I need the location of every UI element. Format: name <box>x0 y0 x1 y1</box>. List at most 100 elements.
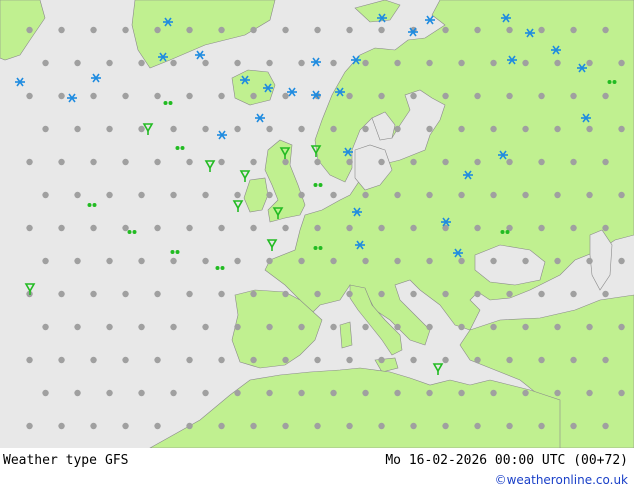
dry-dot-icon <box>122 422 129 430</box>
dry-dot-icon <box>522 59 529 67</box>
dry-dot-icon <box>266 389 273 397</box>
dry-dot-icon <box>90 92 97 100</box>
dry-dot-icon <box>442 422 449 430</box>
dry-dot-icon <box>378 92 385 100</box>
dry-dot-icon <box>58 422 65 430</box>
dry-dot-icon <box>122 26 129 34</box>
dry-dot-icon <box>186 92 193 100</box>
dry-dot-icon <box>314 224 321 232</box>
dry-dot-icon <box>554 257 561 265</box>
dry-dot-icon <box>426 257 433 265</box>
dry-dot-icon <box>218 422 225 430</box>
dry-dot-icon <box>570 92 577 100</box>
dry-dot-icon <box>282 224 289 232</box>
dry-dot-icon <box>618 323 625 331</box>
dry-dot-icon <box>602 158 609 166</box>
dry-dot-icon <box>474 422 481 430</box>
dry-dot-icon <box>314 356 321 364</box>
dry-dot-icon <box>250 422 257 430</box>
dry-dot-icon <box>298 191 305 199</box>
dry-dot-icon <box>458 191 465 199</box>
dry-dot-icon <box>154 224 161 232</box>
dry-dot-icon <box>378 356 385 364</box>
dry-dot-icon <box>570 224 577 232</box>
dry-dot-icon <box>90 158 97 166</box>
dry-dot-icon <box>602 356 609 364</box>
dry-dot-icon <box>362 191 369 199</box>
dry-dot-icon <box>474 92 481 100</box>
dry-dot-icon <box>186 422 193 430</box>
dry-dot-icon <box>554 323 561 331</box>
dry-dot-icon <box>170 389 177 397</box>
dry-dot-icon <box>138 191 145 199</box>
dry-dot-icon <box>426 323 433 331</box>
dry-dot-icon <box>42 323 49 331</box>
dry-dot-icon <box>138 125 145 133</box>
dry-dot-icon <box>538 224 545 232</box>
dry-dot-icon <box>298 59 305 67</box>
dry-dot-icon <box>538 92 545 100</box>
dry-dot-icon <box>330 323 337 331</box>
dry-dot-icon <box>122 224 129 232</box>
dry-dot-icon <box>298 125 305 133</box>
dry-dot-icon <box>458 59 465 67</box>
dry-dot-icon <box>346 356 353 364</box>
dry-dot-icon <box>138 323 145 331</box>
dry-dot-icon <box>154 158 161 166</box>
dry-dot-icon <box>586 191 593 199</box>
dry-dot-icon <box>26 356 33 364</box>
dry-dot-icon <box>554 125 561 133</box>
dry-dot-icon <box>394 191 401 199</box>
dry-dot-icon <box>426 59 433 67</box>
dry-dot-icon <box>490 125 497 133</box>
dry-dot-icon <box>522 389 529 397</box>
dry-dot-icon <box>426 389 433 397</box>
dry-dot-icon <box>346 158 353 166</box>
dry-dot-icon <box>250 92 257 100</box>
dry-dot-icon <box>234 257 241 265</box>
dry-dot-icon <box>506 158 513 166</box>
dry-dot-icon <box>522 191 529 199</box>
dry-dot-icon <box>218 290 225 298</box>
dry-dot-icon <box>570 26 577 34</box>
dry-dot-icon <box>26 158 33 166</box>
dry-dot-icon <box>426 191 433 199</box>
dry-dot-icon <box>74 257 81 265</box>
dry-dot-icon <box>394 125 401 133</box>
dry-dot-icon <box>522 323 529 331</box>
dry-dot-icon <box>410 290 417 298</box>
credit-link[interactable]: ©weatheronline.co.uk <box>495 473 628 487</box>
dry-dot-icon <box>122 158 129 166</box>
dry-dot-icon <box>234 125 241 133</box>
dry-dot-icon <box>90 356 97 364</box>
dry-dot-icon <box>250 290 257 298</box>
dry-dot-icon <box>458 257 465 265</box>
dry-dot-icon <box>426 125 433 133</box>
dry-dot-icon <box>250 356 257 364</box>
dry-dot-icon <box>474 290 481 298</box>
dry-dot-icon <box>570 356 577 364</box>
dry-dot-icon <box>234 389 241 397</box>
dry-dot-icon <box>42 59 49 67</box>
dry-dot-icon <box>346 26 353 34</box>
dry-dot-icon <box>58 92 65 100</box>
dry-dot-icon <box>234 59 241 67</box>
dry-dot-icon <box>26 422 33 430</box>
dry-dot-icon <box>474 224 481 232</box>
dry-dot-icon <box>298 323 305 331</box>
dry-dot-icon <box>250 158 257 166</box>
dry-dot-icon <box>458 389 465 397</box>
dry-dot-icon <box>506 290 513 298</box>
dry-dot-icon <box>106 257 113 265</box>
dry-dot-icon <box>394 257 401 265</box>
dry-dot-icon <box>618 59 625 67</box>
dry-dot-icon <box>362 59 369 67</box>
dry-dot-icon <box>538 422 545 430</box>
dry-dot-icon <box>394 59 401 67</box>
dry-dot-icon <box>554 389 561 397</box>
dry-dot-icon <box>250 26 257 34</box>
dry-dot-icon <box>314 158 321 166</box>
dry-dot-icon <box>586 323 593 331</box>
dry-dot-icon <box>90 224 97 232</box>
dry-dot-icon <box>170 191 177 199</box>
